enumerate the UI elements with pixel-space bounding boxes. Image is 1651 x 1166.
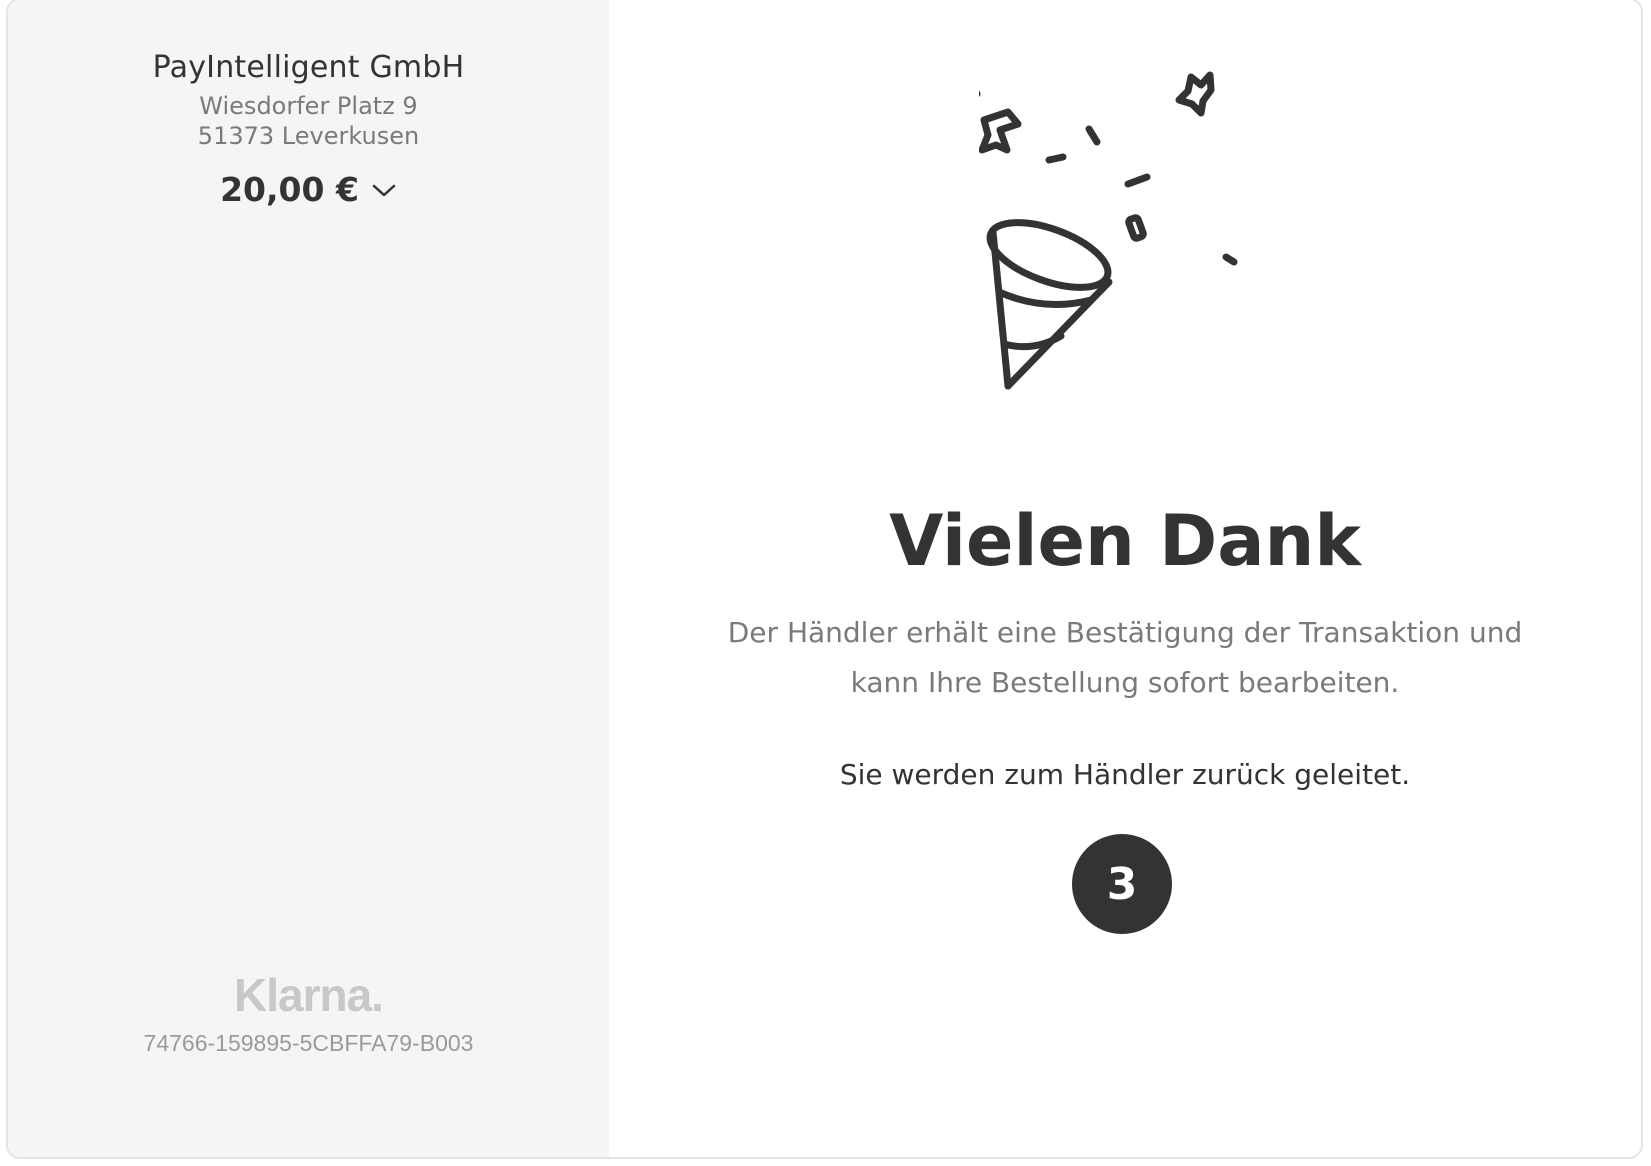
confirmation-description-text: Der Händler erhält eine Bestätigung der … [727, 616, 1523, 699]
merchant-address-street: Wiesdorfer Platz 9 [199, 92, 418, 120]
chevron-down-icon[interactable] [371, 181, 397, 199]
checkout-card: PayIntelligent GmbH Wiesdorfer Platz 9 5… [6, 0, 1643, 1159]
klarna-logo: Klarna. [234, 969, 384, 1021]
order-summary-sidebar: PayIntelligent GmbH Wiesdorfer Platz 9 5… [8, 0, 609, 1157]
countdown-badge: 3 [1072, 834, 1172, 934]
merchant-address-city: 51373 Leverkusen [197, 122, 420, 150]
redirect-message: Sie werden zum Händler zurück geleitet. [839, 758, 1411, 791]
merchant-name: PayIntelligent GmbH [152, 50, 465, 85]
order-amount: 20,00 € [220, 170, 359, 209]
amount-toggle[interactable]: 20,00 € [8, 170, 609, 209]
party-popper-icon [979, 71, 1238, 390]
confirmation-description: Der Händler erhält eine Bestätigung der … [609, 608, 1641, 708]
transaction-id: 74766-159895-5CBFFA79-B003 [143, 1030, 474, 1056]
confirmation-panel: Vielen Dank Der Händler erhält eine Best… [609, 0, 1641, 1157]
confirmation-title: Vielen Dank [889, 500, 1361, 582]
